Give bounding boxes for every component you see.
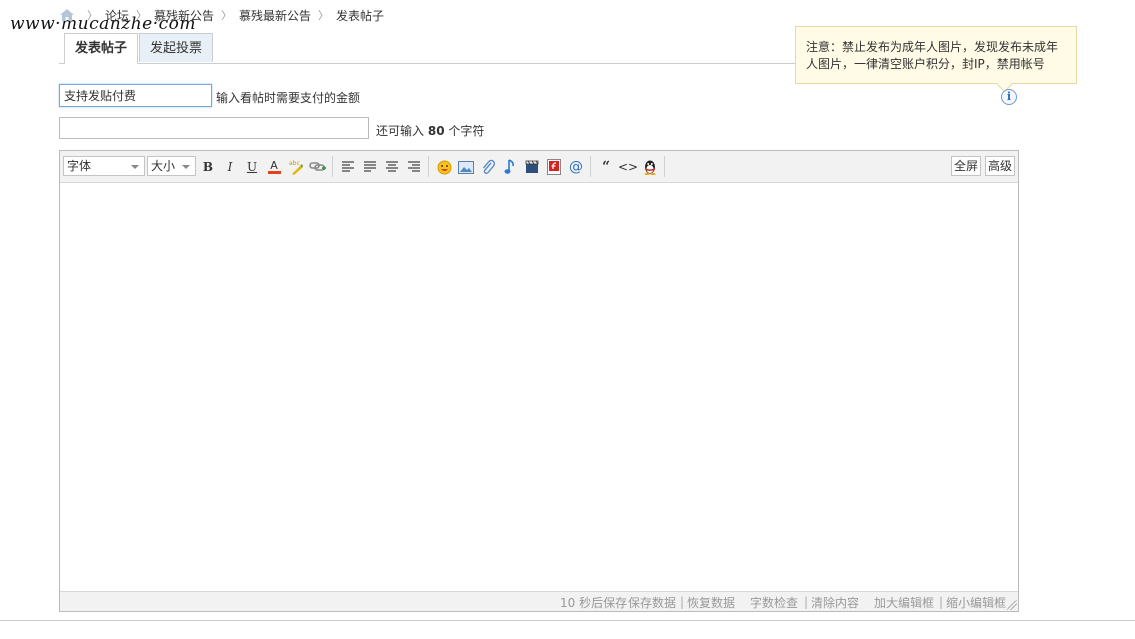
emoji-button[interactable] <box>435 158 453 176</box>
breadcrumb-separator: 〉 <box>318 9 330 22</box>
page-divider <box>0 620 1135 621</box>
title-remaining-count: 80 <box>427 124 445 138</box>
statusbar-divider: | <box>804 595 809 609</box>
title-input[interactable] <box>59 117 369 139</box>
info-icon[interactable]: i <box>1001 89 1017 105</box>
chevron-down-icon <box>131 165 139 169</box>
align-left-icon <box>342 161 354 172</box>
font-color-icon: A <box>270 159 278 172</box>
underline-button[interactable]: U <box>243 158 261 176</box>
align-center-icon <box>386 161 398 172</box>
breadcrumb-separator: 〉 <box>136 9 148 22</box>
font-color-bar <box>267 171 281 174</box>
post-type-tabs: 发表帖子 发起投票 <box>64 33 214 64</box>
resize-grip-icon[interactable] <box>1007 600 1017 610</box>
align-right-icon <box>408 161 420 172</box>
editor-toolbar: 字体 大小 B I U A abc @ “ <> 全屏 高级 <box>60 151 1018 183</box>
chevron-down-icon <box>182 165 190 169</box>
toolbar-separator <box>332 156 333 177</box>
align-justify-button[interactable] <box>361 158 379 176</box>
toolbar-separator <box>590 156 591 177</box>
restore-data-link[interactable]: 恢复数据 <box>687 594 735 611</box>
title-hint-suffix: 个字符 <box>448 124 485 138</box>
price-input[interactable] <box>59 84 212 107</box>
flash-button[interactable] <box>545 158 563 176</box>
breadcrumb-separator: 〉 <box>87 9 98 22</box>
breadcrumb-current: 发表帖子 <box>336 8 385 23</box>
enlarge-editor-link[interactable]: 加大编辑框 <box>874 594 934 611</box>
highlighter-icon: abc <box>289 160 303 175</box>
smiley-icon <box>437 160 451 174</box>
flash-icon <box>547 159 561 175</box>
home-icon[interactable] <box>60 9 74 21</box>
italic-button[interactable]: I <box>221 158 239 176</box>
price-hint: 输入看帖时需要支付的金额 <box>216 91 361 105</box>
video-button[interactable] <box>523 158 541 176</box>
toolbar-separator <box>664 156 665 177</box>
statusbar-divider: | <box>939 595 944 609</box>
fullscreen-button[interactable]: 全屏 <box>951 156 982 176</box>
breadcrumb-forum[interactable]: 论坛 <box>105 7 129 24</box>
align-left-button[interactable] <box>339 158 357 176</box>
tab-new-poll[interactable]: 发起投票 <box>139 33 214 62</box>
editor-content-area[interactable] <box>60 183 1018 591</box>
align-justify-icon <box>364 161 376 172</box>
music-note-icon <box>504 159 514 174</box>
at-icon: @ <box>569 159 583 175</box>
font-size-select[interactable]: 大小 <box>147 156 196 176</box>
font-color-button[interactable]: A <box>265 158 283 176</box>
align-right-button[interactable] <box>405 158 423 176</box>
advanced-button[interactable]: 高级 <box>985 156 1016 176</box>
save-data-link[interactable]: 保存数据 <box>628 594 676 611</box>
font-size-label: 大小 <box>151 159 176 173</box>
image-button[interactable] <box>457 158 475 176</box>
image-icon <box>458 160 474 174</box>
qq-button[interactable] <box>641 158 659 176</box>
highlight-button[interactable]: abc <box>287 158 305 176</box>
code-button[interactable]: <> <box>618 158 638 176</box>
tab-new-post[interactable]: 发表帖子 <box>64 33 139 64</box>
rich-text-editor: 字体 大小 B I U A abc @ “ <> 全屏 高级 10 秒后保存 保… <box>59 150 1019 612</box>
breadcrumb: 〉 论坛 〉 慕残新公告 〉 慕残最新公告 〉 发表帖子 <box>60 6 384 24</box>
link-icon <box>309 162 326 171</box>
font-family-select[interactable]: 字体 <box>63 156 145 176</box>
statusbar-divider: | <box>680 595 685 609</box>
title-remaining-hint: 还可输入 80 个字符 <box>376 122 484 139</box>
toolbar-separator <box>428 156 429 177</box>
breadcrumb-new-announcement[interactable]: 慕残新公告 <box>154 7 214 24</box>
bold-button[interactable]: B <box>199 158 217 176</box>
font-family-label: 字体 <box>67 159 92 173</box>
shrink-editor-link[interactable]: 缩小编辑框 <box>946 594 1006 611</box>
mention-button[interactable]: @ <box>567 158 585 176</box>
film-icon <box>525 160 539 173</box>
clear-content-link[interactable]: 清除内容 <box>811 594 859 611</box>
breadcrumb-latest-announcement[interactable]: 慕残最新公告 <box>239 7 311 24</box>
link-button[interactable] <box>309 158 327 176</box>
svg-text:abc: abc <box>289 160 300 167</box>
notice-tooltip: 注意：禁止发布为成年人图片，发现发布未成年人图片，一律清空账户积分，封IP，禁用… <box>795 26 1077 84</box>
quote-button[interactable]: “ <box>597 158 615 176</box>
audio-button[interactable] <box>501 158 519 176</box>
attachment-button[interactable] <box>479 158 497 176</box>
paperclip-icon <box>482 159 495 175</box>
breadcrumb-separator: 〉 <box>221 9 233 22</box>
title-hint-prefix: 还可输入 <box>376 124 425 138</box>
autosave-countdown: 10 秒后保存 <box>560 596 628 610</box>
qq-penguin-icon <box>644 160 656 175</box>
align-center-button[interactable] <box>383 158 401 176</box>
word-count-link[interactable]: 字数检查 <box>750 594 798 611</box>
editor-statusbar: 10 秒后保存 保存数据 | 恢复数据 字数检查 | 清除内容 加大编辑框 | … <box>60 591 1018 611</box>
